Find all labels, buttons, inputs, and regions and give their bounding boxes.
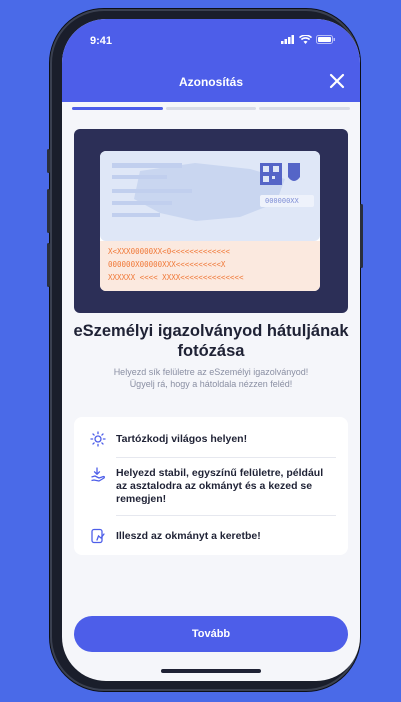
mrz-line-2: 000000X00000XXX<<<<<<<<<<X — [108, 260, 226, 269]
serial-number: 000000XX — [265, 197, 299, 205]
status-time: 9:41 — [90, 35, 113, 47]
continue-button[interactable]: Tovább — [74, 616, 348, 652]
frame-icon — [91, 528, 105, 544]
instruction-line-2: Ügyelj rá, hogy a hátoldala nézzen feléd… — [129, 379, 293, 389]
mrz-line-1: X<XXX00000XX<0<<<<<<<<<<<<< — [108, 247, 230, 256]
progress-step-2 — [165, 107, 257, 110]
tip-text: Tartózkodj világos helyen! — [116, 433, 248, 445]
phone-volume-down — [47, 243, 50, 287]
phone-side-button — [47, 149, 50, 173]
signal-icon — [281, 35, 294, 44]
id-card-illustration: 000000XX X<XXX00000XX<0<<<<<<<<<<<<< 000… — [74, 129, 348, 313]
close-icon[interactable] — [328, 72, 346, 90]
page-title: Azonosítás — [178, 75, 243, 89]
progress-step-3 — [259, 107, 351, 110]
mrz-zone: X<XXX00000XX<0<<<<<<<<<<<<< 000000X00000… — [100, 241, 320, 291]
progress-step-1 — [72, 107, 163, 110]
tip-text: Illeszd az okmányt a keretbe! — [116, 530, 261, 542]
app-screen: 9:41 Azonosítás 000000XX X<XXX00000XX<0<… — [62, 19, 360, 681]
sun-icon — [90, 431, 106, 447]
instruction-text: Helyezd sík felületre az eSzemélyi igazo… — [72, 366, 350, 390]
page-heading: eSzemélyi igazolványod hátuljának fotózá… — [73, 322, 349, 360]
id-card-back: 000000XX X<XXX00000XX<0<<<<<<<<<<<<< 000… — [100, 151, 320, 291]
header: 9:41 Azonosítás — [62, 19, 360, 102]
phone-volume-up — [47, 189, 50, 233]
divider — [116, 457, 336, 458]
status-icons — [281, 35, 336, 44]
battery-icon — [316, 35, 335, 44]
mrz-line-3: XXXXXX <<<< XXXX<<<<<<<<<<<<<< — [108, 273, 244, 282]
hungary-map-shape — [100, 151, 320, 241]
tip-text: Helyezd stabil, egyszínű felületre, péld… — [116, 467, 324, 505]
phone-power-button — [360, 204, 363, 268]
divider — [116, 515, 336, 516]
hand-card-icon — [91, 467, 106, 482]
wifi-icon — [299, 35, 312, 44]
tips-card: Tartózkodj világos helyen! Helyezd stabi… — [74, 417, 348, 555]
instruction-line-1: Helyezd sík felületre az eSzemélyi igazo… — [113, 367, 309, 377]
step-progress — [72, 107, 351, 110]
home-indicator — [161, 669, 261, 673]
